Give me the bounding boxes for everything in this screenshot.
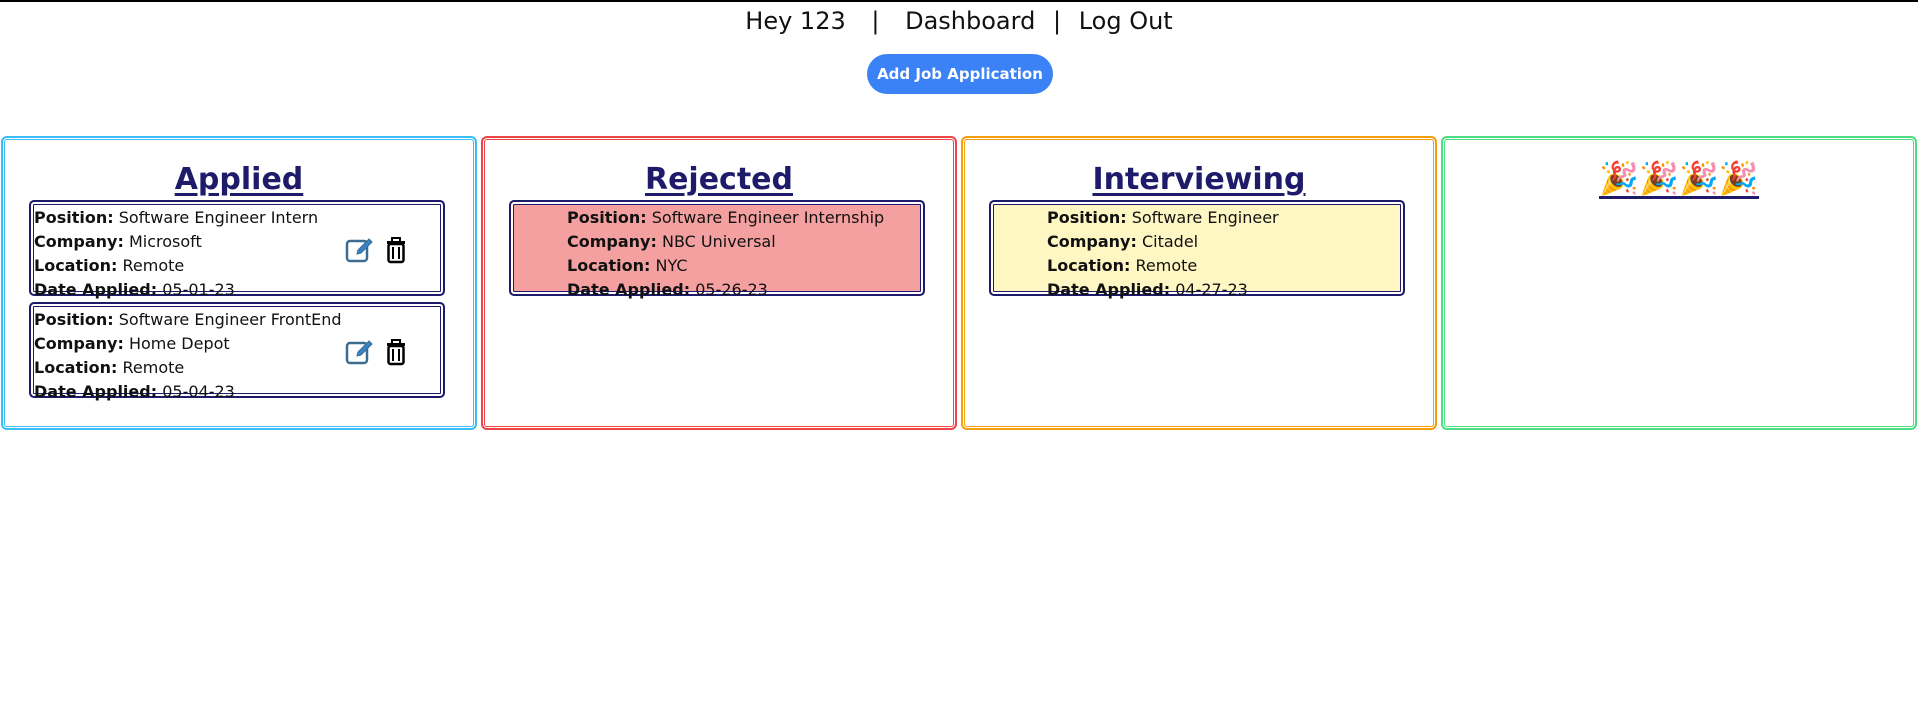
location-value: Remote [122, 358, 185, 377]
location-label: Location: [567, 256, 651, 275]
job-card: Position: Software Engineer Intern Compa… [29, 200, 445, 299]
column-title-offer: 🎉🎉🎉🎉 [1599, 159, 1759, 199]
top-border [0, 0, 1918, 2]
nav-separator: | [871, 7, 880, 35]
location-value: NYC [655, 256, 688, 275]
column-title-rejected: Rejected [644, 162, 794, 197]
job-card: Position: Software Engineer Internship C… [509, 200, 925, 299]
position-row: Position: Software Engineer Internship [567, 206, 923, 230]
date-value: 05-04-23 [162, 382, 235, 401]
column-offer: 🎉🎉🎉🎉 [1441, 136, 1917, 430]
company-label: Company: [34, 232, 124, 251]
job-board: Applied Position: Software Engineer Inte… [0, 136, 1918, 434]
column-title-applied: Applied [174, 162, 304, 197]
date-label: Date Applied: [34, 382, 158, 401]
party-popper-icon: 🎉🎉🎉🎉 [1443, 159, 1915, 199]
date-label: Date Applied: [34, 280, 158, 299]
position-value: Software Engineer FrontEnd [118, 310, 342, 329]
company-value: NBC Universal [661, 232, 776, 251]
date-row: Date Applied: 05-04-23 [34, 380, 443, 404]
date-label: Date Applied: [1047, 280, 1171, 299]
position-value: Software Engineer [1131, 208, 1279, 227]
edit-icon[interactable] [345, 337, 375, 367]
nav-separator: | [1052, 7, 1062, 35]
card-actions [345, 337, 411, 367]
date-row: Date Applied: 05-01-23 [34, 278, 443, 302]
trash-icon[interactable] [381, 337, 411, 367]
date-row: Date Applied: 04-27-23 [1047, 278, 1403, 302]
column-title-interviewing: Interviewing [1092, 162, 1306, 197]
company-label: Company: [34, 334, 124, 353]
company-value: Citadel [1141, 232, 1199, 251]
date-label: Date Applied: [567, 280, 691, 299]
logout-link[interactable]: Log Out [1079, 7, 1173, 35]
column-interviewing: Interviewing Position: Software Engineer… [961, 136, 1437, 430]
date-value: 05-26-23 [695, 280, 768, 299]
card-actions [345, 235, 411, 265]
position-label: Position: [34, 208, 114, 227]
company-row: Company: NBC Universal [567, 230, 923, 254]
position-row: Position: Software Engineer [1047, 206, 1403, 230]
location-label: Location: [34, 256, 118, 275]
date-value: 04-27-23 [1175, 280, 1248, 299]
date-value: 05-01-23 [162, 280, 235, 299]
position-label: Position: [1047, 208, 1127, 227]
position-label: Position: [34, 310, 114, 329]
location-label: Location: [34, 358, 118, 377]
date-row: Date Applied: 05-26-23 [567, 278, 923, 302]
edit-icon[interactable] [345, 235, 375, 265]
location-value: Remote [1135, 256, 1198, 275]
position-value: Software Engineer Intern [118, 208, 319, 227]
position-row: Position: Software Engineer FrontEnd [34, 308, 443, 332]
position-label: Position: [567, 208, 647, 227]
company-label: Company: [567, 232, 657, 251]
location-label: Location: [1047, 256, 1131, 275]
trash-icon[interactable] [381, 235, 411, 265]
company-label: Company: [1047, 232, 1137, 251]
job-card: Position: Software Engineer FrontEnd Com… [29, 302, 445, 401]
column-rejected: Rejected Position: Software Engineer Int… [481, 136, 957, 430]
top-nav: Hey 123 | Dashboard | Log Out [0, 6, 1918, 36]
dashboard-link[interactable]: Dashboard [905, 7, 1035, 35]
greeting: Hey 123 [745, 7, 846, 35]
position-row: Position: Software Engineer Intern [34, 206, 443, 230]
location-row: Location: Remote [1047, 254, 1403, 278]
location-row: Location: NYC [567, 254, 923, 278]
company-value: Home Depot [128, 334, 230, 353]
position-value: Software Engineer Internship [651, 208, 885, 227]
company-row: Company: Citadel [1047, 230, 1403, 254]
add-job-application-button[interactable]: Add Job Application [867, 54, 1053, 94]
location-value: Remote [122, 256, 185, 275]
job-card: Position: Software Engineer Company: Cit… [989, 200, 1405, 299]
column-applied: Applied Position: Software Engineer Inte… [1, 136, 477, 430]
company-value: Microsoft [128, 232, 202, 251]
